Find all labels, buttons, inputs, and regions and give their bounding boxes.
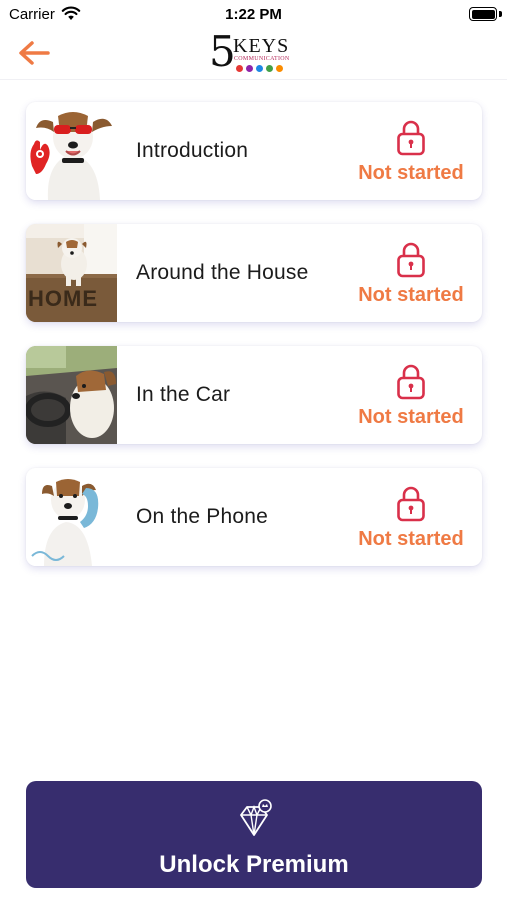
diamond-icon xyxy=(240,799,272,836)
lesson-card-around-the-house[interactable]: HOME Around the House Not started xyxy=(26,224,482,322)
lesson-status: Not started xyxy=(358,284,464,306)
lock-icon xyxy=(397,120,425,156)
logo-dot xyxy=(246,65,253,72)
lesson-list: Introduction Not started HOME Around the… xyxy=(26,102,482,590)
battery-icon xyxy=(469,7,497,21)
lesson-thumbnail: HOME xyxy=(26,224,117,322)
logo-dot xyxy=(266,65,273,72)
lesson-status: Not started xyxy=(358,406,464,428)
clock: 1:22 PM xyxy=(225,6,282,23)
logo-word: KEYS xyxy=(233,35,290,57)
status-bar: Carrier 1:22 PM xyxy=(0,0,507,28)
logo-number: 5 xyxy=(209,27,236,76)
lock-icon xyxy=(397,364,425,400)
nav-bar: 5 KEYS COMMUNICATION xyxy=(0,28,507,80)
lesson-title: Introduction xyxy=(136,139,249,162)
logo-dot xyxy=(276,65,283,72)
lesson-status: Not started xyxy=(358,528,464,550)
lesson-card-on-the-phone[interactable]: On the Phone Not started xyxy=(26,468,482,566)
dog-home-mat-image: HOME xyxy=(26,224,117,322)
dog-in-car-image xyxy=(26,346,117,444)
lesson-thumbnail xyxy=(26,468,117,566)
lesson-title: In the Car xyxy=(136,383,231,406)
lesson-title: Around the House xyxy=(136,261,309,284)
lesson-card-in-the-car[interactable]: In the Car Not started xyxy=(26,346,482,444)
svg-text:HOME: HOME xyxy=(28,286,98,311)
lesson-thumbnail xyxy=(26,346,117,444)
unlock-premium-label: Unlock Premium xyxy=(159,851,349,878)
dog-on-phone-image xyxy=(26,468,117,566)
back-button[interactable] xyxy=(14,38,54,68)
battery-nub xyxy=(499,11,502,17)
logo-dot xyxy=(236,65,243,72)
logo-tagline: COMMUNICATION xyxy=(234,56,290,62)
unlock-premium-button[interactable]: Unlock Premium xyxy=(26,781,482,888)
lesson-status: Not started xyxy=(358,162,464,184)
logo-dots xyxy=(236,65,283,72)
logo-dot xyxy=(256,65,263,72)
lesson-card-introduction[interactable]: Introduction Not started xyxy=(26,102,482,200)
lock-icon xyxy=(397,486,425,522)
arrow-left-icon xyxy=(19,41,50,65)
dog-ok-hand-image xyxy=(26,102,117,200)
lesson-title: On the Phone xyxy=(136,505,268,528)
lesson-thumbnail xyxy=(26,102,117,200)
app-logo: 5 KEYS COMMUNICATION xyxy=(209,27,301,76)
lock-icon xyxy=(397,242,425,278)
